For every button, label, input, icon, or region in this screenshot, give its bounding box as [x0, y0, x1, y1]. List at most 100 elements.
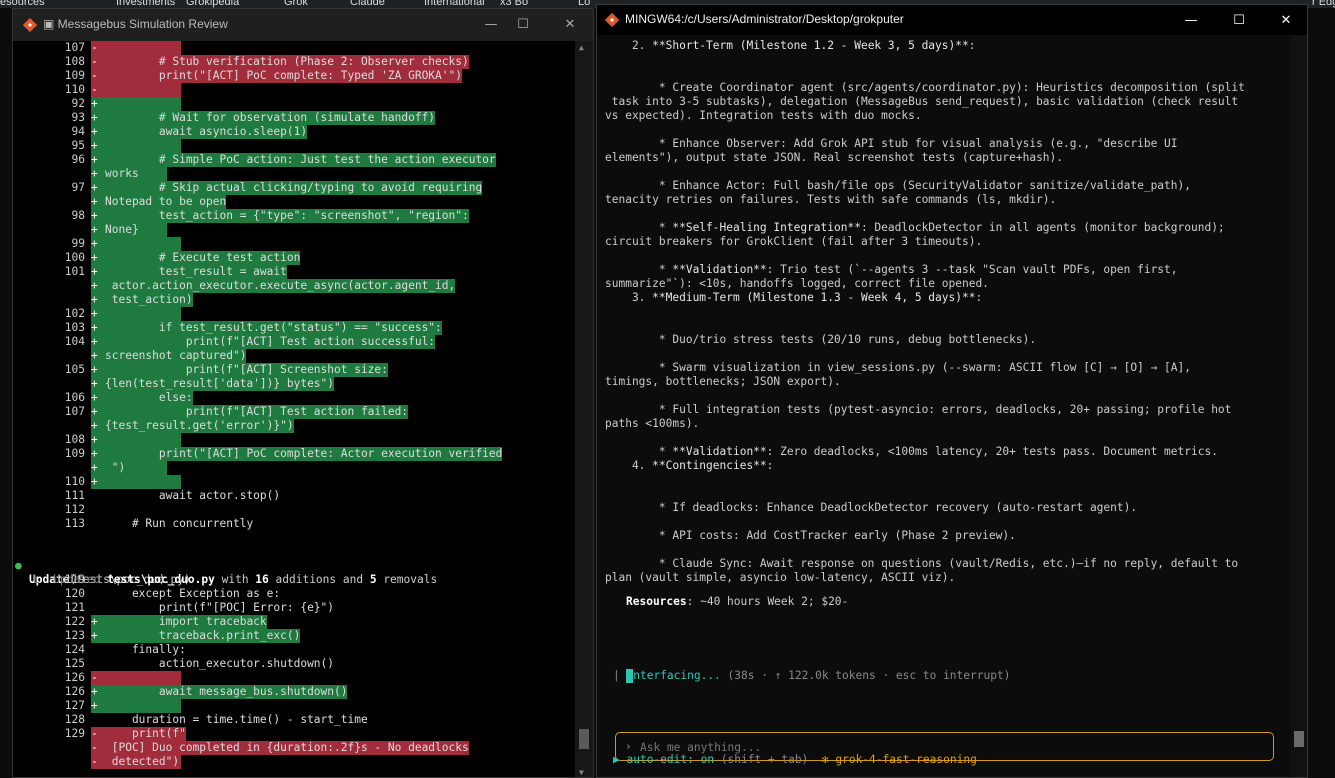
diff-line: 95 +	[13, 139, 575, 153]
context-marker	[91, 713, 98, 727]
browser-tab[interactable]: esources	[0, 0, 45, 8]
diff-line: 119 )	[13, 573, 575, 587]
added-highlight	[91, 699, 181, 713]
window-titlebar[interactable]: MINGW64:/c/Users/Administrator/Desktop/g…	[597, 5, 1307, 35]
status-detail: (38s · ↑ 122.0k tokens · esc to interrup…	[720, 669, 1011, 682]
plan-line: task into 3-5 subtasks), delegation (Mes…	[605, 95, 1239, 108]
window-titlebar[interactable]: ▣ Messagebus Simulation Review — ☐ ✕	[13, 9, 593, 41]
diff-line: + {test_result.get('error')}")	[13, 419, 575, 433]
diff-code: works	[105, 167, 139, 180]
browser-tab[interactable]: Claude	[350, 0, 385, 8]
added-highlight	[91, 139, 181, 153]
diff-code: print("[ACT] PoC complete: Actor executi…	[105, 447, 503, 460]
line-number: 103	[64, 321, 85, 334]
close-button[interactable]: ✕	[1274, 11, 1298, 31]
diff-line: 123 + traceback.print_exc()	[13, 629, 575, 643]
scrollbar[interactable]: ▲ ▼	[575, 41, 593, 777]
plan-line: * If deadlocks: Enhance DeadlockDetector…	[605, 501, 1138, 514]
diff-line: + works	[13, 167, 575, 181]
line-number: 128	[64, 713, 85, 726]
browser-tab[interactable]: r Edg	[1312, 0, 1335, 8]
scroll-up-icon[interactable]: ▲	[579, 43, 584, 52]
minimize-button[interactable]: —	[1179, 11, 1203, 31]
diff-code: test_action)	[105, 293, 193, 306]
diff-code: Notepad to be open	[105, 195, 227, 208]
window-menu-icon[interactable]: ▣	[43, 17, 58, 31]
plan-line: circuit breakers for GrokClient (fail af…	[605, 235, 983, 248]
line-number: 111	[64, 489, 85, 502]
line-number: 97	[71, 181, 85, 194]
plan-line: * Enhance Observer: Add Grok API stub fo…	[605, 137, 1178, 150]
added-marker: +	[91, 209, 98, 222]
added-marker: +	[91, 321, 98, 334]
line-number: 120	[64, 587, 85, 600]
diff-line: 107 + print(f"[ACT] Test action failed:	[13, 405, 575, 419]
added-marker: +	[91, 335, 98, 348]
minimize-button[interactable]: —	[479, 15, 503, 35]
context-marker	[91, 573, 98, 587]
browser-tab[interactable]: Lo	[578, 0, 590, 8]
added-marker: +	[91, 237, 98, 250]
plan-line: vs expected). Integration tests with duo…	[605, 109, 922, 122]
added-marker: +	[91, 97, 98, 110]
resources-line: Resources: ~40 hours Week 2; $20-	[626, 595, 849, 608]
diff-line: + Notepad to be open	[13, 195, 575, 209]
context-marker	[91, 643, 98, 657]
line-number: 121	[64, 601, 85, 614]
browser-tab[interactable]: Investments	[116, 0, 175, 8]
added-marker: +	[91, 195, 98, 208]
added-marker: +	[91, 433, 98, 446]
added-marker: +	[91, 125, 98, 138]
added-marker: +	[91, 293, 98, 306]
added-marker: +	[91, 475, 98, 488]
diff-code: import traceback	[105, 615, 267, 628]
line-number: 99	[71, 237, 85, 250]
plan-line: elements"), output state JSON. Real scre…	[605, 151, 1064, 164]
added-marker: +	[91, 279, 98, 292]
browser-tab[interactable]: Grokipedia	[186, 0, 239, 8]
line-number: 93	[71, 111, 85, 124]
removed-marker: -	[91, 741, 98, 754]
diff-code: print(f"[ACT] Screenshot size:	[105, 363, 388, 376]
diff-line: 93 + # Wait for observation (simulate han…	[13, 111, 575, 125]
play-icon: ▶	[613, 753, 620, 766]
browser-tab[interactable]: x3 Bo	[500, 0, 528, 8]
maximize-button[interactable]: ☐	[1227, 11, 1251, 31]
plan-line: summarize"`): <10s, handoffs logged, cor…	[605, 277, 989, 290]
diff-line: 113 # Run concurrently	[13, 517, 575, 531]
maximize-button[interactable]: ☐	[511, 15, 535, 35]
plan-line: 2. **Short-Term (Milestone 1.2 - Week 3,…	[605, 39, 976, 52]
diff-line: 121 print(f"[POC] Error: {e}")	[13, 601, 575, 615]
browser-tab[interactable]: International	[424, 0, 485, 8]
diff-line: - detected")	[13, 755, 575, 769]
diff-line: 122 + import traceback	[13, 615, 575, 629]
diff-code: finally:	[105, 643, 186, 656]
line-number: 119	[64, 573, 85, 586]
removed-marker: -	[91, 55, 98, 68]
diff-code: # Execute test action	[105, 251, 301, 264]
scrollbar-thumb[interactable]	[1294, 731, 1304, 747]
scrollbar-thumb[interactable]	[579, 729, 589, 749]
removed-highlight	[91, 83, 181, 97]
browser-tab[interactable]: Grok	[284, 0, 308, 8]
added-marker: +	[91, 391, 98, 404]
diff-line: 110 +	[13, 475, 575, 489]
added-marker: +	[91, 307, 98, 320]
scrollbar[interactable]	[1291, 35, 1307, 777]
scroll-down-icon[interactable]: ▼	[579, 768, 584, 777]
diff-line: 97 + # Skip actual clicking/typing to avo…	[13, 181, 575, 195]
diff-code: screenshot captured")	[105, 349, 247, 362]
footer-line: ▶ auto-edit: on (shift + tab) ✻ grok-4-f…	[613, 753, 1291, 767]
removed-marker: -	[91, 69, 98, 82]
diff-line: 100 + # Execute test action	[13, 251, 575, 265]
removed-marker: -	[91, 83, 98, 96]
update-line: ● Update(tests\poc_duo.py)	[13, 545, 575, 586]
diff-code: action_executor.shutdown()	[105, 657, 335, 670]
line-number: 126	[64, 685, 85, 698]
diff-line: 99 +	[13, 237, 575, 251]
status-line: | Interfacing... (38s · ↑ 122.0k tokens …	[613, 669, 1011, 682]
auto-edit-toggle[interactable]: auto-edit: on	[627, 753, 715, 766]
line-number: 108	[64, 55, 85, 68]
diff-code: detected")	[105, 755, 180, 768]
close-button[interactable]: ✕	[558, 15, 582, 35]
